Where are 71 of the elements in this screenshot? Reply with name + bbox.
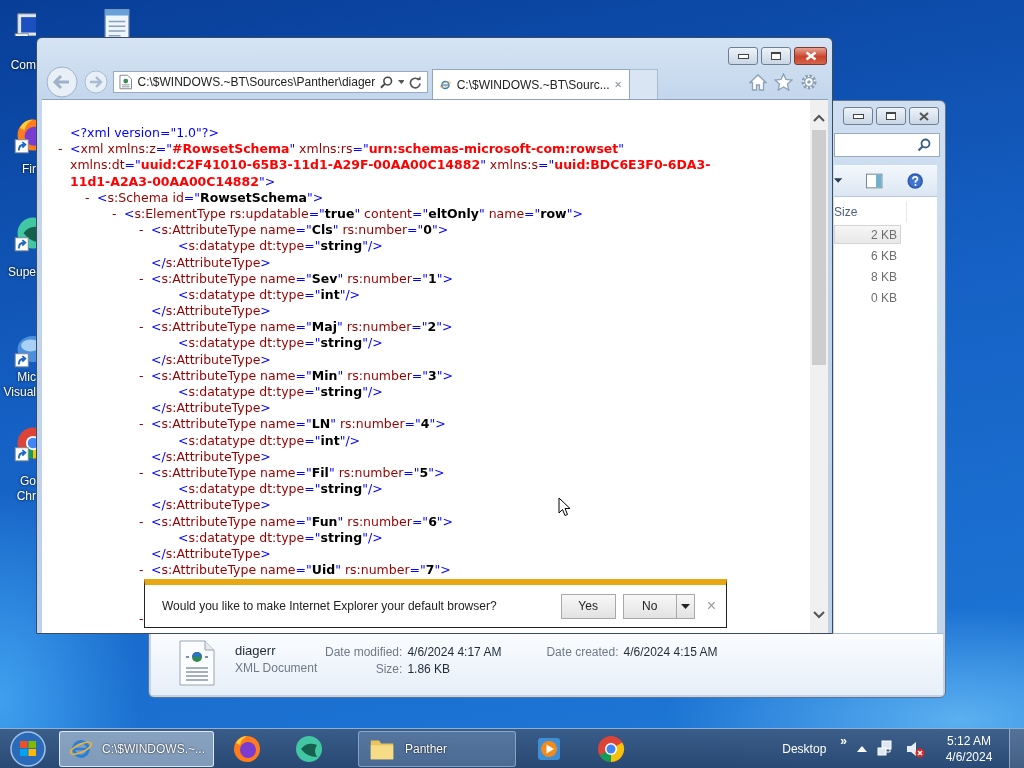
no-button[interactable]: No — [622, 593, 677, 619]
shortcut-label: Supe — [7, 265, 36, 280]
collapse-toggle[interactable]: - — [139, 222, 144, 238]
shortcut-label: Visual — [3, 385, 36, 400]
collapse-toggle[interactable]: - — [139, 319, 144, 335]
xml-line: <s:AttributeType name="Cls" rs:number="0"> — [151, 222, 449, 239]
clock-date[interactable]: 4/6/2024 — [945, 748, 993, 765]
property-value: 4/6/2024 4:15 AM — [623, 645, 718, 659]
xml-line: </s:AttributeType> — [151, 254, 271, 271]
xml-line: <s:datatype dt:type="int"/> — [178, 432, 361, 449]
file-size[interactable]: 6 KB — [834, 246, 901, 265]
browser-tab[interactable]: C:\$WINDOWS.~BT\Sourc... — [432, 69, 630, 99]
file-size[interactable]: 2 KB — [834, 225, 901, 244]
property-label: Date created: — [546, 645, 619, 659]
shortcut-label: Mic — [17, 370, 36, 385]
xml-line: <s:AttributeType name="Uid" rs:number="7"> — [151, 562, 451, 579]
taskbar-button[interactable]: Panther — [358, 730, 516, 767]
xml-line: <s:datatype dt:type="int"/> — [178, 286, 361, 304]
notification-message: Would you like to make Internet Explorer your default browser? — [162, 599, 498, 613]
xml-line: <s:AttributeType name="LN" rs:number="4"> — [151, 416, 446, 433]
xml-line: <s:AttributeType name="Min" rs:number="3"> — [151, 367, 453, 384]
xml-line: <s:AttributeType name="Fil" rs:number="5"> — [151, 464, 445, 482]
xml-line: <s:AttributeType name="Maj" rs:number="2"> — [151, 319, 453, 336]
shortcut-label: Go — [20, 474, 36, 489]
file-size[interactable]: 8 KB — [834, 267, 901, 286]
clock-time[interactable]: 5:12 AM — [947, 732, 991, 749]
toolbar-overflow[interactable]: » — [840, 734, 847, 748]
file-name: diagerr — [235, 643, 277, 658]
xml-line: <xml xmlns:z="#RowsetSchema" xmlns:rs="urn:schemas-microsoft-com:rowset" — [70, 141, 625, 158]
xml-line: </s:AttributeType> — [151, 497, 271, 514]
xml-line: <s:ElementType rs:updatable="true" content="eltOnly" name="row"> — [124, 205, 583, 223]
xml-line: </s:AttributeType> — [151, 448, 271, 465]
collapse-toggle[interactable]: - — [139, 416, 144, 432]
xml-line: </s:AttributeType> — [151, 400, 271, 417]
property-label: Date modified: — [325, 645, 403, 659]
shortcut-label: Com — [10, 58, 36, 73]
collapse-toggle[interactable]: - — [139, 367, 144, 383]
property-value: 1.86 KB — [407, 662, 452, 676]
xml-line: <s:datatype dt:type="string"/> — [178, 529, 383, 546]
desktop-toolbar[interactable]: Desktop — [782, 741, 827, 756]
xml-line: <s:Schema id="RowsetSchema"> — [97, 189, 324, 206]
collapse-toggle[interactable]: - — [112, 205, 117, 221]
property-label: Size: — [374, 662, 403, 676]
property-value: 4/6/2024 4:17 AM — [407, 645, 502, 659]
xml-line: <s:datatype dt:type="string"/> — [178, 238, 383, 255]
xml-line: 11d1-A2A3-00AA00C14882"> — [70, 173, 276, 190]
address-bar[interactable]: C:\$WINDOWS.~BT\Sources\Panther\diager — [113, 71, 428, 93]
xml-line: <s:datatype dt:type="string"/> — [178, 335, 383, 352]
collapse-toggle[interactable]: - — [139, 562, 144, 578]
xml-line: <s:AttributeType name="Fun" rs:number="6"> — [151, 513, 454, 530]
file-type: XML Document — [235, 661, 319, 675]
shortcut-label: Chr — [16, 489, 36, 504]
xml-line: </s:AttributeType> — [151, 545, 271, 563]
column-header[interactable]: Size — [834, 205, 858, 219]
xml-line: </s:AttributeType> — [151, 351, 271, 368]
xml-line: xmlns:dt="uuid:C2F41010-65B3-11d1-A29F-00AA00C14882" xmlns:s="uuid:BDC6E3F0-6DA3- — [70, 157, 711, 174]
collapse-toggle[interactable]: - — [139, 464, 144, 480]
collapse-toggle[interactable]: - — [85, 189, 90, 205]
xml-line: </s:AttributeType> — [151, 303, 271, 320]
collapse-toggle[interactable]: - — [139, 610, 144, 626]
xml-line: <s:AttributeType name="Sev" rs:number="1"> — [151, 270, 453, 287]
shortcut-label: Fir — [22, 162, 36, 177]
xml-line: <?xml version="1.0"?> — [70, 125, 219, 142]
yes-button[interactable]: Yes — [560, 593, 616, 619]
file-size[interactable]: 0 KB — [834, 288, 901, 307]
address-text: C:\$WINDOWS.~BT\Sources\Panther\diager — [137, 75, 376, 89]
xml-line: <s:datatype dt:type="string"/> — [178, 481, 383, 498]
collapse-toggle[interactable]: - — [139, 513, 144, 529]
collapse-toggle[interactable]: - — [58, 141, 63, 157]
collapse-toggle[interactable]: - — [139, 270, 144, 286]
xml-line: <s:datatype dt:type="string"/> — [178, 384, 383, 401]
